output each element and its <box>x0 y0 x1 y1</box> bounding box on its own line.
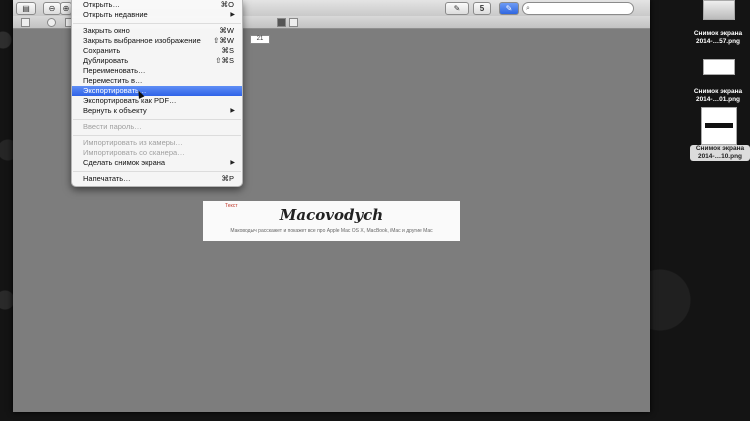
select-rect-tool[interactable] <box>21 18 30 27</box>
desktop-file-thumbnail[interactable] <box>703 0 735 20</box>
search-field[interactable]: ⌕ <box>522 2 634 15</box>
desktop-file-thumbnail[interactable] <box>703 59 735 75</box>
file-menu: Открыть… ⌘O Открыть недавние ▶ Закрыть окн… <box>71 0 243 187</box>
page-number-field[interactable]: 21 <box>250 35 270 44</box>
search-icon: ⌕ <box>526 5 530 12</box>
menu-item-import-camera: Импортировать из камеры… <box>83 138 183 147</box>
menu-item-open[interactable]: Открыть… ⌘O <box>72 0 242 10</box>
site-tagline: Маководыч расскажет и покажет все про Ap… <box>230 228 433 234</box>
submenu-arrow-icon: ▶ <box>230 12 235 18</box>
annotate-pencil-button[interactable]: ✎ <box>445 2 469 15</box>
magnifier-tool[interactable] <box>47 18 56 27</box>
desktop-file-label[interactable]: Снимок экрана 2014-…57.png <box>688 30 748 46</box>
menu-item-import-scanner: Импортировать со сканера… <box>83 148 185 157</box>
zoom-out-button[interactable]: ⊖ <box>43 2 61 15</box>
markup-toolbar-button[interactable]: ✎ <box>499 2 519 15</box>
desktop-file-thumbnail[interactable] <box>701 107 737 145</box>
menu-item-move-to[interactable]: Переместить в… <box>72 76 242 86</box>
desktop-file-label[interactable]: Снимок экрана 2014-…01.png <box>688 88 748 104</box>
menu-item-duplicate[interactable]: Дублировать ⇧⌘S <box>72 56 242 66</box>
site-logo: Macovodych <box>279 206 384 224</box>
sidebar-toggle-button[interactable]: ▤ <box>16 2 36 15</box>
menu-item-close-selected[interactable]: Закрыть выбранное изображение ⇧⌘W <box>72 36 242 46</box>
menu-item-close-window[interactable]: Закрыть окно ⌘W <box>72 26 242 36</box>
menu-item-rename[interactable]: Переименовать… <box>72 66 242 76</box>
document-page: Текст Macovodych Маководыч расскажет и п… <box>203 201 460 241</box>
menu-item-open-recent[interactable]: Открыть недавние ▶ <box>72 10 242 20</box>
menu-item-save[interactable]: Сохранить ⌘S <box>72 46 242 56</box>
menu-item-export[interactable]: Экспортировать… <box>72 86 242 96</box>
menu-item-take-screenshot[interactable]: Сделать снимок экрана ▶ <box>72 158 242 168</box>
menu-item-revert[interactable]: Вернуть к объекту ▶ <box>72 106 242 116</box>
desktop-file-label-selected[interactable]: Снимок экрана 2014-…10.png <box>690 145 750 161</box>
view-mode-button-alt[interactable] <box>289 18 298 27</box>
menu-item-export-pdf[interactable]: Экспортировать как PDF… <box>72 96 242 106</box>
submenu-arrow-icon: ▶ <box>230 108 235 114</box>
page-number-button[interactable]: 5 <box>473 2 491 15</box>
menu-item-enter-password: Ввести пароль… <box>83 122 142 131</box>
submenu-arrow-icon: ▶ <box>230 160 235 166</box>
menu-item-print[interactable]: Напечатать… ⌘P <box>72 174 242 184</box>
view-mode-button[interactable] <box>277 18 286 27</box>
